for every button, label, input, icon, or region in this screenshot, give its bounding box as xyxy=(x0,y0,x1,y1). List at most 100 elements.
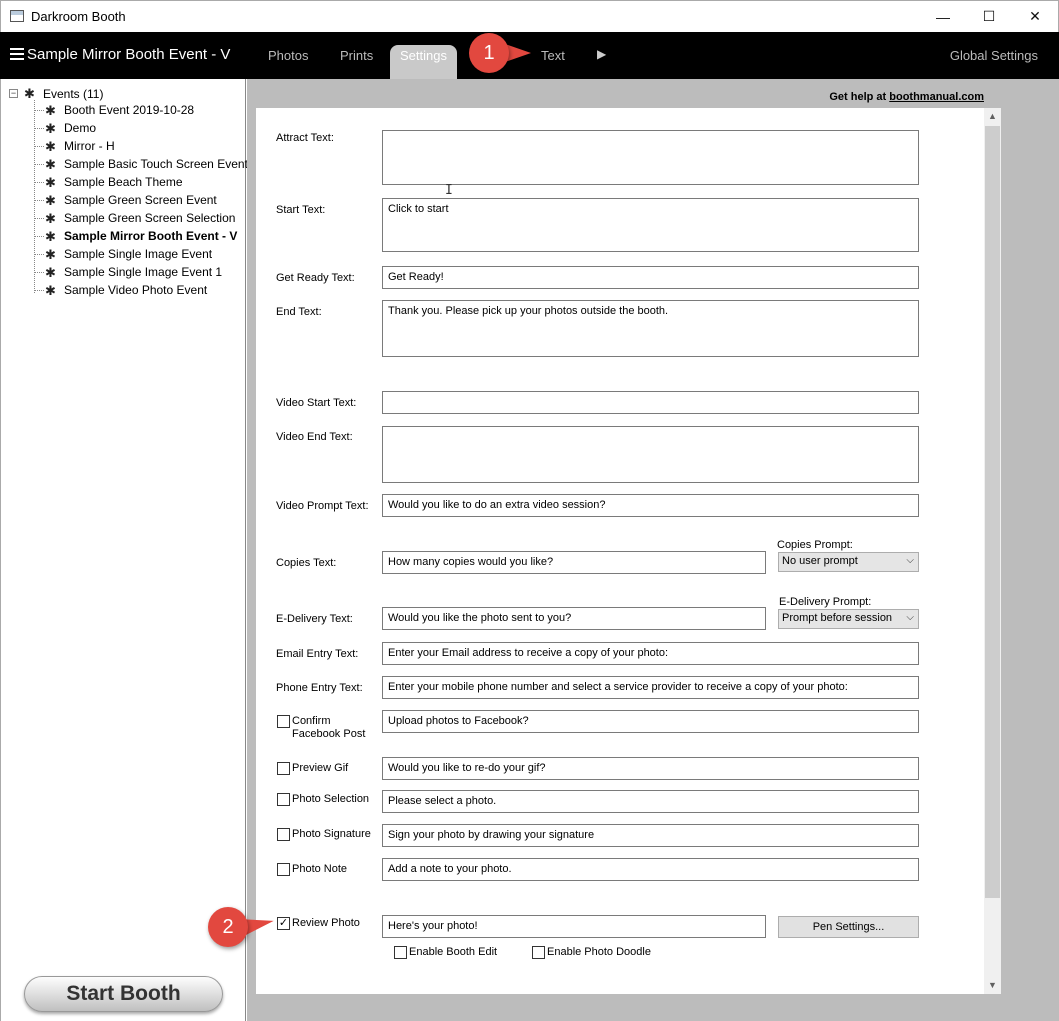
photo-signature-checkbox[interactable]: Photo Signature xyxy=(277,828,371,841)
event-icon: ✱ xyxy=(45,282,56,298)
pen-settings-button[interactable]: Pen Settings... xyxy=(778,916,919,938)
tree-item-event[interactable]: ✱ Sample Single Image Event xyxy=(45,245,212,263)
video-start-text-input[interactable] xyxy=(382,391,919,414)
events-tree-panel: − ✱ Events (11) ✱ Booth Event 2019-10-28 … xyxy=(0,79,248,1021)
tree-item-event[interactable]: ✱ Demo xyxy=(45,119,96,137)
confirm-facebook-input[interactable]: Upload photos to Facebook? xyxy=(382,710,919,733)
window-title: Darkroom Booth xyxy=(31,9,126,24)
tree-item-event[interactable]: ✱ Sample Beach Theme xyxy=(45,173,183,191)
copies-prompt-value: No user prompt xyxy=(782,555,858,567)
form-scrollbar[interactable]: ▲ ▼ xyxy=(984,108,1001,994)
minimize-button[interactable]: — xyxy=(920,1,966,32)
tab-photos[interactable]: Photos xyxy=(268,48,308,63)
get-help-prefix: Get help at xyxy=(829,91,890,103)
checkbox-box[interactable] xyxy=(277,762,290,775)
close-button[interactable]: ✕ xyxy=(1012,1,1058,32)
start-booth-button[interactable]: Start Booth xyxy=(24,976,223,1012)
copies-prompt-select[interactable]: No user prompt ⌵ xyxy=(778,552,919,572)
event-icon: ✱ xyxy=(45,192,56,208)
photo-note-checkbox[interactable]: Photo Note xyxy=(277,863,347,876)
copies-text-label: Copies Text: xyxy=(276,557,337,569)
phone-entry-text-input[interactable]: Enter your mobile phone number and selec… xyxy=(382,676,919,699)
copies-prompt-label: Copies Prompt: xyxy=(777,539,853,551)
nav-more-arrow-icon[interactable]: ▶ xyxy=(597,47,606,61)
hamburger-menu-icon[interactable] xyxy=(10,48,24,60)
tree-item-event[interactable]: ✱ Sample Video Photo Event xyxy=(45,281,207,299)
edelivery-prompt-select[interactable]: Prompt before session ⌵ xyxy=(778,609,919,629)
scrollbar-thumb[interactable] xyxy=(985,126,1000,898)
checkbox-box[interactable] xyxy=(532,946,545,959)
checkbox-box[interactable] xyxy=(277,863,290,876)
tab-prints[interactable]: Prints xyxy=(340,48,373,63)
confirm-facebook-label-2: Facebook Post xyxy=(292,728,366,740)
collapse-icon[interactable]: − xyxy=(9,89,18,98)
help-link[interactable]: boothmanual.com xyxy=(889,91,984,103)
video-prompt-text-input[interactable]: Would you like to do an extra video sess… xyxy=(382,494,919,517)
get-ready-text-input[interactable]: Get Ready! xyxy=(382,266,919,289)
preview-gif-checkbox[interactable]: Preview Gif xyxy=(277,762,348,775)
events-folder-icon: ✱ xyxy=(24,86,35,101)
tree-root-events[interactable]: − ✱ Events (11) xyxy=(9,86,103,101)
event-icon: ✱ xyxy=(45,156,56,172)
text-cursor-icon: I xyxy=(445,183,453,198)
tree-item-event-selected[interactable]: ✱ Sample Mirror Booth Event - V xyxy=(45,227,237,245)
review-photo-input[interactable]: Here's your photo! xyxy=(382,915,766,938)
event-icon: ✱ xyxy=(45,102,56,118)
callout-1: 1 xyxy=(469,33,509,73)
end-text-label: End Text: xyxy=(276,306,322,318)
event-icon: ✱ xyxy=(45,264,56,280)
photo-selection-input[interactable]: Please select a photo. xyxy=(382,790,919,813)
enable-booth-edit-checkbox[interactable]: Enable Booth Edit xyxy=(394,946,497,959)
tree-item-event[interactable]: ✱ Sample Basic Touch Screen Event xyxy=(45,155,248,173)
enable-photo-doodle-checkbox[interactable]: Enable Photo Doodle xyxy=(532,946,651,959)
review-photo-label: Review Photo xyxy=(292,917,360,929)
global-settings-link[interactable]: Global Settings xyxy=(950,48,1038,63)
chevron-down-icon: ⌵ xyxy=(906,612,914,623)
tree-item-event[interactable]: ✱ Mirror - H xyxy=(45,137,115,155)
scroll-up-icon[interactable]: ▲ xyxy=(984,108,1001,125)
checkbox-box[interactable] xyxy=(277,828,290,841)
start-text-input[interactable]: Click to start xyxy=(382,198,919,252)
enable-photo-doodle-label: Enable Photo Doodle xyxy=(547,946,651,958)
video-prompt-text-label: Video Prompt Text: xyxy=(276,500,369,512)
tree-item-event[interactable]: ✱ Booth Event 2019-10-28 xyxy=(45,101,194,119)
event-icon: ✱ xyxy=(45,228,56,244)
checkbox-box[interactable] xyxy=(394,946,407,959)
tree-item-event[interactable]: ✱ Sample Green Screen Event xyxy=(45,191,217,209)
preview-gif-input[interactable]: Would you like to re-do your gif? xyxy=(382,757,919,780)
confirm-facebook-checkbox[interactable]: Confirm Facebook Post xyxy=(277,715,365,741)
scroll-down-icon[interactable]: ▼ xyxy=(984,977,1001,994)
maximize-button[interactable]: ☐ xyxy=(966,1,1012,32)
photo-selection-checkbox[interactable]: Photo Selection xyxy=(277,793,369,806)
edelivery-text-input[interactable]: Would you like the photo sent to you? xyxy=(382,607,766,630)
tree-item-event[interactable]: ✱ Sample Single Image Event 1 xyxy=(45,263,222,281)
attract-text-input[interactable] xyxy=(382,130,919,185)
tab-settings[interactable]: Settings xyxy=(390,45,457,79)
title-bar: Darkroom Booth — ☐ ✕ xyxy=(0,0,1059,32)
edelivery-text-label: E-Delivery Text: xyxy=(276,613,353,625)
settings-area: Get help at boothmanual.com Attract Text… xyxy=(247,79,1059,1021)
tab-text[interactable]: Text xyxy=(541,48,565,63)
photo-signature-input[interactable]: Sign your photo by drawing your signatur… xyxy=(382,824,919,847)
checkmark-icon[interactable]: ✓ xyxy=(277,917,290,930)
photo-note-input[interactable]: Add a note to your photo. xyxy=(382,858,919,881)
enable-booth-edit-label: Enable Booth Edit xyxy=(409,946,498,958)
event-icon: ✱ xyxy=(45,138,56,154)
tree-root-label: Events (11) xyxy=(43,86,104,101)
event-title: Sample Mirror Booth Event - V xyxy=(27,46,231,63)
get-ready-text-label: Get Ready Text: xyxy=(276,272,355,284)
confirm-facebook-label-1: Confirm xyxy=(292,715,331,727)
video-start-text-label: Video Start Text: xyxy=(276,397,357,409)
review-photo-checkbox[interactable]: ✓ Review Photo xyxy=(277,917,360,930)
checkbox-box[interactable] xyxy=(277,793,290,806)
video-end-text-input[interactable] xyxy=(382,426,919,483)
event-icon: ✱ xyxy=(45,246,56,262)
copies-text-input[interactable]: How many copies would you like? xyxy=(382,551,766,574)
email-entry-text-input[interactable]: Enter your Email address to receive a co… xyxy=(382,642,919,665)
photo-note-label: Photo Note xyxy=(292,863,348,875)
edelivery-prompt-label: E-Delivery Prompt: xyxy=(779,596,872,608)
tree-item-event[interactable]: ✱ Sample Green Screen Selection xyxy=(45,209,235,227)
checkbox-box[interactable] xyxy=(277,715,290,728)
end-text-input[interactable]: Thank you. Please pick up your photos ou… xyxy=(382,300,919,357)
event-icon: ✱ xyxy=(45,120,56,136)
